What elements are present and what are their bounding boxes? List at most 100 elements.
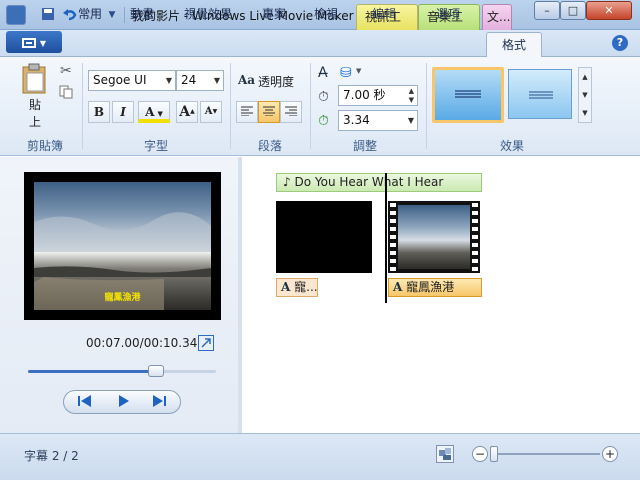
text-style-icon[interactable]: A̶ [318, 65, 328, 81]
font-color-button[interactable]: A ▼ [138, 101, 170, 123]
preview-caption: 寵鳳漁港 [104, 293, 141, 303]
save-icon[interactable] [40, 7, 56, 23]
fullscreen-icon[interactable] [198, 335, 214, 351]
video-clip[interactable] [388, 201, 480, 273]
paragraph-group-label: 段落 [257, 139, 282, 153]
grow-font-button[interactable]: A▲ [176, 101, 198, 123]
preview-image: 寵鳳漁港 [34, 182, 211, 310]
align-right-icon [285, 106, 297, 117]
ribbon: 貼上 ✂ 剪貼簿 Segoe UI ▼ 24 ▼ B I A ▼ A▲ A▼ 字型 A… [0, 56, 640, 156]
tab-view[interactable]: 檢視 [304, 2, 348, 26]
previous-frame-button[interactable] [68, 393, 102, 411]
font-color-label: A [145, 105, 155, 119]
shrink-font-label: A [204, 106, 213, 117]
chevron-down-icon: ▼ [39, 39, 47, 48]
seek-progress [28, 370, 156, 373]
caption-clip-2[interactable]: A 寵鳳漁港 [388, 278, 482, 297]
font-family-dropdown[interactable]: Segoe UI ▼ [88, 70, 176, 91]
font-size-dropdown[interactable]: 24 ▼ [176, 70, 224, 91]
caption-clip-1-label: 寵... [294, 280, 318, 294]
play-button[interactable] [110, 393, 136, 411]
tab-animations[interactable]: 動畫 [120, 2, 164, 26]
font-size-value: 24 [181, 73, 197, 87]
paste-button-label[interactable]: 貼上 [28, 97, 42, 131]
menu-icon [21, 37, 36, 48]
group-separator [82, 63, 83, 149]
align-center-icon [263, 106, 275, 117]
chevron-down-icon[interactable]: ▼ [356, 67, 361, 75]
file-menu-button[interactable]: ▼ [6, 31, 62, 53]
paste-icon[interactable] [20, 63, 50, 95]
zoom-out-button[interactable]: − [472, 446, 488, 462]
black-clip[interactable] [276, 201, 372, 273]
tab-home[interactable]: 常用 [68, 2, 112, 26]
grow-font-label: A [179, 104, 191, 120]
adjust-group-label: 調整 [352, 139, 377, 153]
ribbon-tab-row [0, 30, 640, 56]
effect-thumbnail[interactable] [508, 69, 572, 119]
start-time-spinner[interactable]: 3.34 ▼ [338, 110, 418, 131]
preview-monitor[interactable]: 寵鳳漁港 [24, 172, 221, 320]
film-strip-left [390, 203, 396, 271]
duration-value: 7.00 秒 [343, 88, 386, 102]
zoom-thumb[interactable] [490, 446, 498, 462]
spinner-arrows-icon: ▲ ▼ [408, 87, 414, 104]
next-frame-icon [153, 395, 166, 407]
context-tab-text-tools[interactable]: 文... [482, 4, 512, 30]
seek-track[interactable] [28, 370, 216, 373]
align-center-button[interactable] [258, 101, 280, 123]
effect-thumbnail-selected[interactable] [432, 67, 504, 123]
music-track[interactable]: ♪ Do You Hear What I Hear [276, 173, 482, 192]
caption-clip-1[interactable]: A 寵... [276, 278, 318, 297]
copy-icon[interactable] [59, 85, 73, 102]
transparency-label[interactable]: 透明度 [258, 73, 294, 90]
video-clip-thumbnail [398, 205, 470, 269]
group-separator [310, 63, 311, 149]
play-icon [119, 395, 129, 407]
film-strip-right [472, 203, 478, 271]
app-icon[interactable] [6, 5, 26, 25]
group-separator [426, 63, 427, 149]
tab-format[interactable]: 格式 [486, 32, 542, 57]
zoom-track[interactable] [494, 453, 600, 455]
close-button[interactable]: ✕ [586, 1, 632, 20]
duration-spinner[interactable]: 7.00 秒 ▲ ▼ [338, 85, 418, 106]
help-icon[interactable]: ? [612, 35, 628, 51]
tab-options[interactable]: 選項 [426, 2, 470, 26]
thumbnail-size-icon[interactable] [436, 445, 454, 463]
align-right-button[interactable] [280, 101, 302, 123]
font-group-label: 字型 [143, 139, 168, 153]
italic-button[interactable]: I [112, 101, 134, 123]
tab-project[interactable]: 專案 [252, 2, 296, 26]
transparency-icon[interactable]: Aa [238, 73, 255, 87]
playhead[interactable] [385, 173, 387, 303]
effects-group-label: 效果 [499, 139, 524, 153]
font-family-value: Segoe UI [93, 73, 147, 87]
cut-icon[interactable]: ✂ [60, 63, 72, 79]
effects-gallery-scroll[interactable]: ▲ ▼ ▼ [578, 67, 592, 123]
tab-visual-effects[interactable]: 視覺效果 [176, 2, 240, 26]
fill-color-icon[interactable]: ⛁ [340, 65, 352, 81]
playback-time: 00:07.00/00:10.34 [86, 336, 198, 350]
seek-thumb[interactable] [147, 365, 164, 377]
status-bar: 字幕 2 / 2 − + [0, 433, 640, 480]
arrow-up-icon: ▲ [190, 108, 195, 115]
chevron-down-icon: ▼ [165, 76, 172, 85]
align-left-button[interactable] [236, 101, 258, 123]
start-time-icon: ⏱ [318, 113, 329, 129]
zoom-in-button[interactable]: + [602, 446, 618, 462]
duration-timer-icon: ⏱ [318, 89, 329, 105]
minimize-button[interactable]: – [534, 1, 560, 20]
next-frame-button[interactable] [142, 393, 176, 411]
caption-text-icon: A [393, 280, 403, 294]
maximize-button[interactable]: □ [560, 1, 586, 20]
tab-edit[interactable]: 編輯 [362, 2, 406, 26]
music-note-icon: ♪ [283, 175, 291, 189]
bold-button[interactable]: B [88, 101, 110, 123]
shrink-font-button[interactable]: A▼ [200, 101, 222, 123]
group-separator [230, 63, 231, 149]
caption-text-icon: A [281, 280, 291, 294]
chevron-down-icon: ▼ [157, 109, 163, 118]
align-left-icon [241, 106, 253, 117]
pane-splitter[interactable] [238, 157, 242, 433]
